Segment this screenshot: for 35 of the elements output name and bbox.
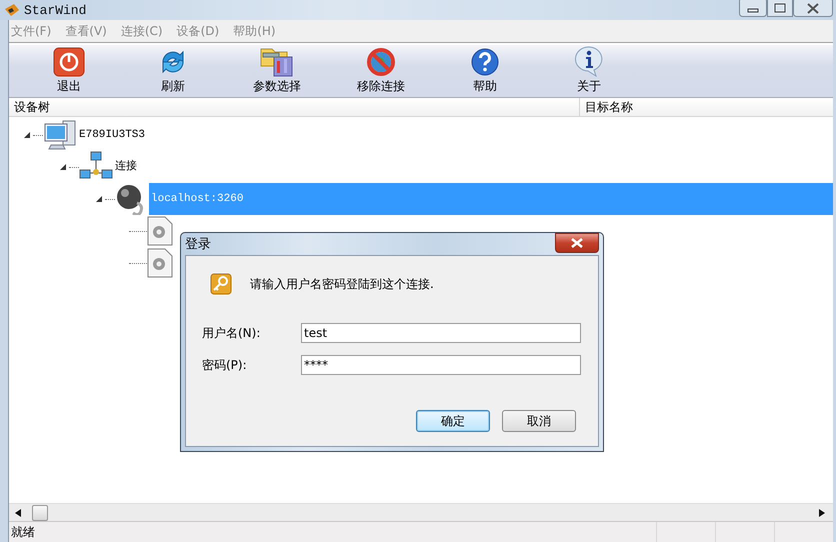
toolbar-button[interactable]: 帮助 bbox=[433, 45, 537, 97]
key-icon bbox=[210, 273, 232, 295]
toolbar-button[interactable]: 参数选择 bbox=[225, 45, 329, 97]
close-button[interactable] bbox=[555, 233, 599, 253]
gear-document-icon bbox=[147, 248, 173, 278]
input-field[interactable]: test bbox=[301, 323, 581, 343]
input-field[interactable]: **** bbox=[301, 355, 581, 375]
dialog-title: 登录 bbox=[185, 236, 211, 253]
prohibited-globe-icon bbox=[365, 47, 397, 77]
help-icon bbox=[470, 47, 500, 77]
computer-icon bbox=[43, 119, 77, 151]
scrollbar-thumb[interactable] bbox=[32, 504, 48, 520]
window-title: StarWind bbox=[24, 2, 86, 18]
maximize-button[interactable] bbox=[767, 0, 793, 17]
tree-item[interactable]: E789IU3TS3 bbox=[77, 119, 148, 151]
field-label: 用户名(N): bbox=[202, 324, 262, 342]
power-icon bbox=[53, 47, 85, 77]
gear-document-icon bbox=[147, 216, 173, 246]
dialog-button[interactable]: 确定 bbox=[416, 410, 490, 432]
info-icon bbox=[573, 45, 605, 77]
dialog-message: 请输入用户名密码登陆到这个连接. bbox=[250, 276, 434, 292]
status-text: 就绪 bbox=[10, 524, 36, 540]
field-label: 密码(P): bbox=[202, 356, 248, 374]
toolbar-button[interactable]: 移除连接 bbox=[329, 45, 433, 97]
toolbar-button[interactable]: 退出 bbox=[17, 45, 121, 97]
app-logo-icon bbox=[4, 3, 20, 17]
toolbar-button[interactable]: 刷新 bbox=[121, 45, 225, 97]
close-icon bbox=[571, 238, 583, 248]
close-button[interactable] bbox=[793, 0, 833, 17]
column-header[interactable]: 设备树 bbox=[9, 98, 580, 116]
toolbar-button[interactable]: 关于 bbox=[537, 45, 641, 97]
dialog-button[interactable]: 取消 bbox=[502, 410, 576, 432]
column-header[interactable]: 目标名称 bbox=[580, 98, 633, 116]
minimize-button[interactable] bbox=[739, 0, 767, 17]
tree-item[interactable]: 连接 bbox=[113, 151, 139, 183]
